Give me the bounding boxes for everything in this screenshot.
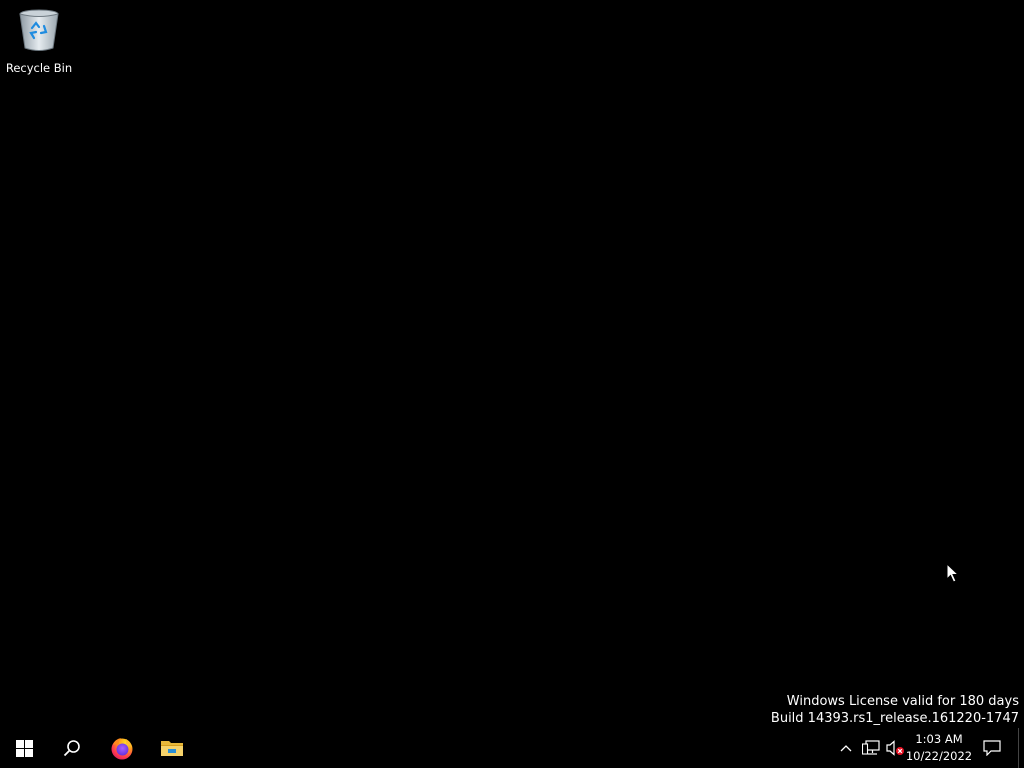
show-desktop-button[interactable] — [1018, 728, 1024, 768]
desktop: Recycle Bin Windows License valid for 18… — [0, 0, 1024, 728]
license-text: Windows License valid for 180 days — [786, 694, 1019, 709]
tray-network-button[interactable] — [860, 728, 882, 768]
recycle-bin-icon — [19, 9, 59, 51]
recycle-bin-label: Recycle Bin — [5, 61, 73, 75]
clock-date: 10/22/2022 — [905, 749, 973, 763]
clock-time: 1:03 AM — [915, 732, 963, 746]
search-button[interactable] — [48, 728, 96, 768]
tray-volume-button[interactable] — [884, 728, 906, 768]
license-watermark: Windows License valid for 180 days Build… — [771, 693, 1019, 727]
build-text: Build 14393.rs1_release.161220-1747 — [770, 711, 1019, 726]
firefox-icon — [111, 738, 133, 760]
network-icon — [862, 740, 880, 755]
start-button[interactable] — [0, 728, 48, 768]
search-icon — [63, 740, 80, 757]
taskbar-app-firefox[interactable] — [98, 728, 146, 768]
windows-logo-icon — [15, 739, 33, 757]
recycle-bin-shortcut[interactable]: Recycle Bin — [4, 6, 74, 76]
action-center-icon — [983, 740, 1001, 756]
folder-icon — [161, 741, 183, 756]
taskbar-clock[interactable]: 1:03 AM 10/22/2022 — [904, 728, 974, 768]
chevron-up-icon — [840, 745, 852, 752]
tray-overflow-button[interactable] — [836, 728, 856, 768]
taskbar-app-file-explorer[interactable] — [148, 728, 196, 768]
taskbar: 1:03 AM 10/22/2022 — [0, 728, 1024, 768]
mouse-cursor-icon — [946, 563, 960, 583]
action-center-button[interactable] — [978, 728, 1006, 768]
volume-muted-icon — [886, 740, 904, 756]
